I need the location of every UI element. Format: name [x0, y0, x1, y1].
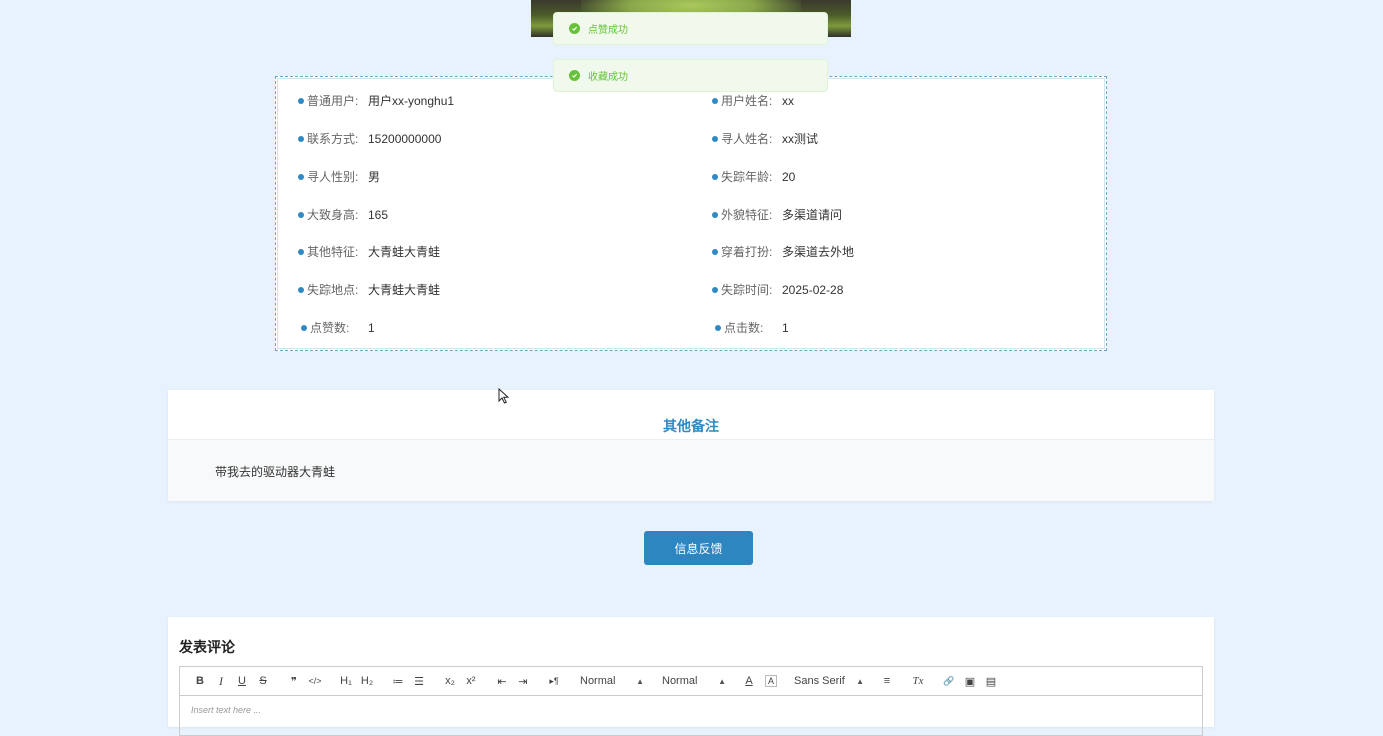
toast-like-success: 点赞成功 — [553, 12, 828, 45]
bullet-dot-icon — [298, 249, 304, 255]
info-item-clothing: 穿着打扮: 多渠道去外地 — [712, 245, 854, 259]
info-item-user: 普通用户: 用户xx-yonghu1 — [298, 94, 454, 108]
info-item-gender: 寻人性别: 男 — [298, 170, 380, 184]
info-item-missing-location: 失踪地点: 大青蛙大青蛙 — [298, 283, 440, 297]
bullet-dot-icon — [298, 287, 304, 293]
info-item-contact: 联系方式: 15200000000 — [298, 132, 441, 146]
superscript-button[interactable]: x² — [462, 672, 480, 690]
font-color-button[interactable]: A — [740, 672, 758, 690]
comment-card: 发表评论 B I U S ❞ </> H₁ H₂ ≔ ☰ x₂ x² ⇤ ⇥ ▸… — [168, 617, 1214, 736]
select-arrows-icon: ▲ — [856, 676, 864, 686]
size-select[interactable]: Normal ▲ — [576, 672, 648, 690]
link-button[interactable]: 🔗 — [940, 672, 958, 690]
blockquote-button[interactable]: ❞ — [285, 672, 303, 690]
bullet-dot-icon — [712, 249, 718, 255]
bullet-dot-icon — [712, 287, 718, 293]
outdent-button[interactable]: ⇤ — [493, 672, 511, 690]
feedback-button[interactable]: 信息反馈 — [644, 531, 753, 565]
bullet-dot-icon — [298, 174, 304, 180]
select-arrows-icon: ▲ — [718, 676, 726, 686]
video-button[interactable]: ▤ — [982, 672, 1000, 690]
ordered-list-button[interactable]: ≔ — [389, 672, 407, 690]
toast-text: 点赞成功 — [588, 25, 628, 36]
code-block-button[interactable]: </> — [306, 672, 324, 690]
remarks-title: 其他备注 — [663, 418, 719, 434]
remarks-text: 带我去的驱动器大青蛙 — [215, 465, 336, 479]
bullet-dot-icon — [298, 212, 304, 218]
bullet-dot-icon — [298, 136, 304, 142]
header1-button[interactable]: H₁ — [337, 672, 355, 690]
info-item-other-features: 其他特征: 大青蛙大青蛙 — [298, 245, 440, 259]
bullet-dot-icon — [712, 98, 718, 104]
info-item-person-name: 寻人姓名: xx测试 — [712, 132, 818, 146]
background-color-button[interactable]: A — [765, 675, 777, 687]
info-item-appearance: 外貌特征: 多渠道请问 — [712, 208, 842, 222]
bullet-dot-icon — [715, 325, 721, 331]
mouse-cursor-icon — [498, 388, 510, 404]
toast-text: 收藏成功 — [588, 72, 628, 83]
check-circle-icon — [569, 23, 580, 34]
editor-toolbar: B I U S ❞ </> H₁ H₂ ≔ ☰ x₂ x² ⇤ ⇥ ▸¶ Nor… — [179, 666, 1203, 696]
bullet-dot-icon — [712, 136, 718, 142]
comment-title: 发表评论 — [179, 639, 235, 655]
bullet-dot-icon — [298, 98, 304, 104]
subscript-button[interactable]: x₂ — [441, 672, 459, 690]
underline-button[interactable]: U — [233, 672, 251, 690]
bullet-dot-icon — [712, 174, 718, 180]
strike-button[interactable]: S — [254, 672, 272, 690]
indent-button[interactable]: ⇥ — [514, 672, 532, 690]
align-button[interactable]: ≡ — [878, 672, 896, 690]
info-item-clicks: 点击数: 1 — [715, 321, 789, 335]
image-button[interactable]: ▣ — [961, 672, 979, 690]
info-item-missing-age: 失踪年龄: 20 — [712, 170, 795, 184]
bold-button[interactable]: B — [191, 672, 209, 690]
font-select[interactable]: Sans Serif ▲ — [790, 672, 868, 690]
remarks-body: 带我去的驱动器大青蛙 — [168, 439, 1214, 501]
comment-editor[interactable]: Insert text here ... — [179, 696, 1203, 736]
info-panel: 普通用户: 用户xx-yonghu1 联系方式: 15200000000 寻人性别:… — [275, 76, 1107, 351]
bullet-dot-icon — [712, 212, 718, 218]
bullet-dot-icon — [301, 325, 307, 331]
info-item-likes: 点赞数: 1 — [301, 321, 375, 335]
text-direction-button[interactable]: ▸¶ — [545, 672, 563, 690]
toast-favorite-success: 收藏成功 — [553, 59, 828, 92]
header2-button[interactable]: H₂ — [358, 672, 376, 690]
info-item-username: 用户姓名: xx — [712, 94, 794, 108]
bullet-list-button[interactable]: ☰ — [410, 672, 428, 690]
select-arrows-icon: ▲ — [636, 676, 644, 686]
header-select[interactable]: Normal ▲ — [658, 672, 730, 690]
clean-format-button[interactable]: Tx — [909, 672, 927, 690]
info-item-missing-time: 失踪时间: 2025-02-28 — [712, 283, 843, 297]
italic-button[interactable]: I — [212, 672, 230, 690]
info-item-height: 大致身高: 165 — [298, 208, 388, 222]
check-circle-icon — [569, 70, 580, 81]
remarks-card: 其他备注 带我去的驱动器大青蛙 — [168, 390, 1214, 501]
